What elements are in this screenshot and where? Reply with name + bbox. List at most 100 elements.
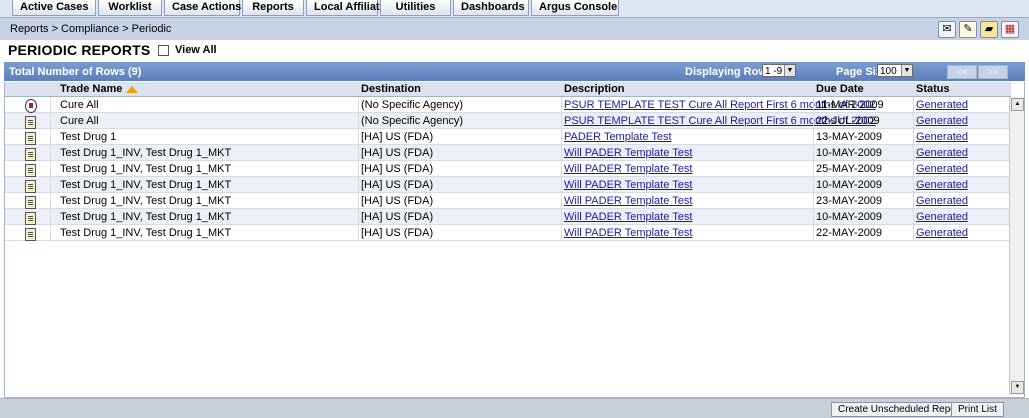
description-link-text[interactable]: Will PADER Template Test [564, 227, 692, 239]
status-link[interactable]: Generated [916, 115, 968, 127]
column-header-description[interactable]: Description [564, 83, 625, 95]
status-link[interactable]: Generated [916, 211, 968, 223]
menu-tab-dashboards[interactable]: Dashboards [453, 0, 529, 16]
column-header-destination[interactable]: Destination [361, 83, 421, 95]
status-link-text[interactable]: Generated [916, 147, 968, 159]
status-link-text[interactable]: Generated [916, 227, 968, 239]
new-document-icon[interactable]: ✎ [959, 21, 977, 38]
print-list-button[interactable]: Print List [951, 402, 1004, 417]
description-link[interactable]: Will PADER Template Test [564, 227, 692, 239]
document-icon[interactable] [25, 132, 36, 145]
page-size-select[interactable]: 100 ▼ [877, 64, 913, 77]
displaying-rows-label: Displaying Rows [685, 66, 774, 78]
page-size-value: 100 [880, 66, 897, 77]
table-row[interactable]: Test Drug 1_INV, Test Drug 1_MKT [HA] US … [5, 177, 1011, 193]
displaying-rows-select[interactable]: 1 -9 ▼ [762, 64, 796, 77]
status-link[interactable]: Generated [916, 195, 968, 207]
description-link[interactable]: Will PADER Template Test [564, 211, 692, 223]
document-icon[interactable] [25, 148, 36, 161]
destination-cell: [HA] US (FDA) [361, 211, 434, 223]
breadcrumb-bar: Reports > Compliance > Periodic ✉ ✎ ▰ ▦ [0, 18, 1029, 40]
menu-tab-active-cases[interactable]: Active Cases [12, 0, 96, 16]
table-row[interactable]: Test Drug 1_INV, Test Drug 1_MKT [HA] US … [5, 145, 1011, 161]
due-date-cell: 10-MAY-2009 [816, 211, 883, 223]
description-link-text[interactable]: Will PADER Template Test [564, 147, 692, 159]
status-link-text[interactable]: Generated [916, 163, 968, 175]
status-link-text[interactable]: Generated [916, 99, 968, 111]
vertical-scrollbar[interactable]: ▲ ▼ [1009, 97, 1024, 395]
view-all-toggle[interactable]: View All [158, 44, 217, 56]
view-all-checkbox[interactable] [158, 44, 169, 56]
menu-tab-argus-console[interactable]: Argus Console [531, 0, 619, 16]
document-icon[interactable] [25, 196, 36, 209]
status-link[interactable]: Generated [916, 147, 968, 159]
description-link-text[interactable]: Will PADER Template Test [564, 163, 692, 175]
grid-column-header: Trade Name Destination Description Due D… [5, 82, 1011, 97]
menu-tabs: Active Cases Worklist Case Actions Repor… [12, 0, 621, 16]
create-unscheduled-report-button[interactable]: Create Unscheduled Report [831, 402, 969, 417]
column-divider [913, 97, 914, 241]
next-page-button[interactable]: >> [978, 65, 1008, 79]
due-date-cell: 10-MAY-2009 [816, 147, 883, 159]
description-link[interactable]: Will PADER Template Test [564, 163, 692, 175]
status-link[interactable]: Generated [916, 99, 968, 111]
table-row[interactable]: Test Drug 1_INV, Test Drug 1_MKT [HA] US … [5, 225, 1011, 241]
table-row[interactable]: Test Drug 1_INV, Test Drug 1_MKT [HA] US … [5, 193, 1011, 209]
status-link-text[interactable]: Generated [916, 115, 968, 127]
destination-cell: [HA] US (FDA) [361, 147, 434, 159]
status-link[interactable]: Generated [916, 131, 968, 143]
gear-document-icon[interactable] [25, 99, 37, 113]
sort-ascending-icon [126, 86, 139, 93]
status-link[interactable]: Generated [916, 163, 968, 175]
status-link[interactable]: Generated [916, 227, 968, 239]
table-row[interactable]: Cure All (No Specific Agency) PSUR TEMPLAT… [5, 113, 1011, 129]
column-divider [561, 97, 562, 241]
scroll-down-icon[interactable]: ▼ [1011, 381, 1024, 394]
document-icon[interactable] [25, 180, 36, 193]
scroll-up-icon[interactable]: ▲ [1011, 98, 1024, 111]
due-date-cell: 22-MAY-2009 [816, 227, 883, 239]
document-icon[interactable] [25, 116, 36, 129]
column-header-trade-name[interactable]: Trade Name [60, 83, 139, 95]
status-link-text[interactable]: Generated [916, 179, 968, 191]
status-link-text[interactable]: Generated [916, 131, 968, 143]
trade-name-cell: Test Drug 1_INV, Test Drug 1_MKT [60, 227, 232, 239]
mail-icon[interactable]: ✉ [938, 21, 956, 38]
toolbar-icons: ✉ ✎ ▰ ▦ [938, 21, 1019, 38]
trade-name-cell: Test Drug 1_INV, Test Drug 1_MKT [60, 179, 232, 191]
status-link[interactable]: Generated [916, 179, 968, 191]
menu-tab-local-affiliate[interactable]: Local Affiliate [306, 0, 386, 16]
description-link-text[interactable]: Will PADER Template Test [564, 179, 692, 191]
open-folder-icon[interactable]: ▰ [980, 21, 998, 38]
menu-tab-worklist[interactable]: Worklist [98, 0, 162, 16]
document-icon[interactable] [25, 164, 36, 177]
column-divider [358, 97, 359, 241]
table-row[interactable]: Test Drug 1 [HA] US (FDA) PADER Template T… [5, 129, 1011, 145]
table-row[interactable]: Test Drug 1_INV, Test Drug 1_MKT [HA] US … [5, 209, 1011, 225]
description-link-text[interactable]: Will PADER Template Test [564, 211, 692, 223]
menu-tab-reports[interactable]: Reports [242, 0, 304, 16]
description-link[interactable]: PADER Template Test [564, 131, 672, 143]
table-row[interactable]: Test Drug 1_INV, Test Drug 1_MKT [HA] US … [5, 161, 1011, 177]
description-link-text[interactable]: PADER Template Test [564, 131, 672, 143]
description-link[interactable]: Will PADER Template Test [564, 195, 692, 207]
column-header-due-date[interactable]: Due Date [816, 83, 864, 95]
description-link-text[interactable]: Will PADER Template Test [564, 195, 692, 207]
previous-page-button[interactable]: << [947, 65, 977, 79]
column-divider [50, 97, 51, 241]
status-link-text[interactable]: Generated [916, 211, 968, 223]
menu-tab-case-actions[interactable]: Case Actions [164, 0, 241, 16]
status-link-text[interactable]: Generated [916, 195, 968, 207]
table-row[interactable]: Cure All (No Specific Agency) PSUR TEMPLAT… [5, 97, 1011, 113]
description-link[interactable]: Will PADER Template Test [564, 147, 692, 159]
column-header-status[interactable]: Status [916, 83, 950, 95]
document-icon[interactable] [25, 228, 36, 241]
page-title: PERIODIC REPORTS [8, 42, 151, 58]
print-icon[interactable]: ▦ [1001, 21, 1019, 38]
due-date-cell: 22-JUL-2009 [816, 115, 880, 127]
destination-cell: [HA] US (FDA) [361, 163, 434, 175]
document-icon[interactable] [25, 212, 36, 225]
menu-tab-utilities[interactable]: Utilities [380, 0, 451, 16]
description-link[interactable]: Will PADER Template Test [564, 179, 692, 191]
due-date-cell: 23-MAY-2009 [816, 195, 883, 207]
